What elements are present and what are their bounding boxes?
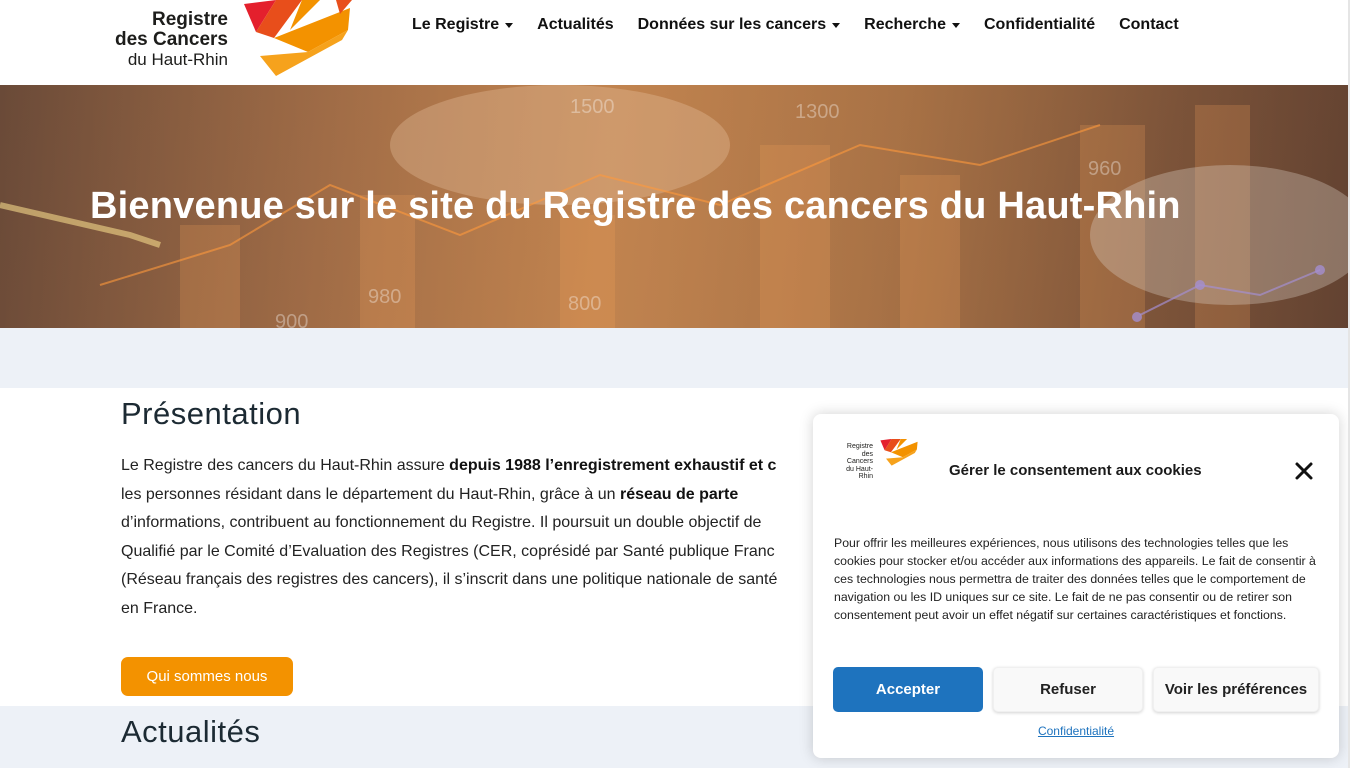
nav-label: Confidentialité: [983, 16, 1096, 33]
site-header: Registre des Cancers du Haut-Rhin Le Reg…: [0, 0, 1350, 85]
refuse-button[interactable]: Refuser: [993, 667, 1143, 712]
presentation-heading: Présentation: [121, 396, 302, 431]
para-line: les personnes résidant dans le départeme…: [121, 485, 739, 503]
logo-text: Registre des Cancers du Haut-Rhin: [104, 10, 228, 70]
hero-bg-number: 980: [368, 286, 401, 308]
nav-label: Le Registre: [412, 16, 500, 33]
presentation-text: Le Registre des cancers du Haut-Rhin ass…: [121, 452, 816, 623]
para-line: (Réseau français des registres des cance…: [121, 571, 778, 588]
caret-down-icon: [505, 22, 514, 28]
logo-line-3: du Haut-Rhin: [127, 50, 228, 69]
hero-title: Bienvenue sur le site du Registre des ca…: [90, 185, 1181, 227]
view-preferences-button[interactable]: Voir les préférences: [1153, 667, 1319, 712]
accept-button[interactable]: Accepter: [833, 667, 983, 712]
nav-contact[interactable]: Contact: [1107, 15, 1191, 35]
nav-actualites[interactable]: Actualités: [525, 15, 625, 35]
hero-bg-number: 1500: [570, 96, 615, 118]
nav-recherche[interactable]: Recherche: [852, 15, 972, 35]
hero-bg-number: 800: [568, 293, 601, 315]
para-line: en France.: [121, 599, 198, 617]
nav-label: Recherche: [864, 16, 946, 33]
nav-label: Données sur les cancers: [637, 16, 827, 33]
modal-title: Gérer le consentement aux cookies: [949, 462, 1202, 479]
para-line: d’informations, contribuent au fonctionn…: [121, 514, 762, 531]
modal-description: Pour offrir les meilleures expériences, …: [834, 536, 1316, 622]
main-nav: Le Registre Actualités Données sur les c…: [412, 15, 1191, 35]
privacy-link[interactable]: Confidentialité: [813, 724, 1339, 738]
nav-label: Contact: [1119, 16, 1179, 33]
section-spacer: [0, 328, 1350, 388]
hero-bg-number: 1300: [795, 101, 840, 123]
logo-line-1: Registre: [151, 9, 228, 30]
hero-bg-number: 960: [1088, 158, 1121, 180]
para-line: Qualifié par le Comité d’Evaluation des …: [121, 542, 775, 560]
hero-bg-number: 900: [275, 311, 308, 328]
close-icon[interactable]: [1293, 460, 1315, 482]
site-logo[interactable]: Registre des Cancers du Haut-Rhin: [104, 0, 354, 80]
modal-logo-text: Registre des Cancers du Haut-Rhin: [846, 443, 873, 480]
cookie-consent-dialog: Registre des Cancers du Haut-Rhin Gérer …: [813, 414, 1339, 758]
nav-confidentialite[interactable]: Confidentialité: [972, 15, 1107, 35]
logo-line-2: des Cancers: [114, 29, 228, 50]
logo-mark-icon: [244, 0, 352, 76]
logo-mark-icon: [880, 438, 918, 466]
caret-down-icon: [951, 22, 960, 28]
qui-sommes-nous-button[interactable]: Qui sommes nous: [121, 657, 293, 696]
para-line: Le Registre des cancers du Haut-Rhin ass…: [121, 457, 777, 474]
modal-logo: Registre des Cancers du Haut-Rhin: [835, 438, 919, 480]
hero-banner: 1500 1300 960 980 800 900 Bienvenue sur …: [0, 85, 1350, 328]
nav-label: Actualités: [537, 16, 614, 33]
nav-donnees-cancers[interactable]: Données sur les cancers: [626, 15, 853, 35]
nav-le-registre[interactable]: Le Registre: [412, 15, 525, 35]
caret-down-icon: [832, 22, 841, 28]
actualites-heading: Actualités: [121, 714, 261, 749]
